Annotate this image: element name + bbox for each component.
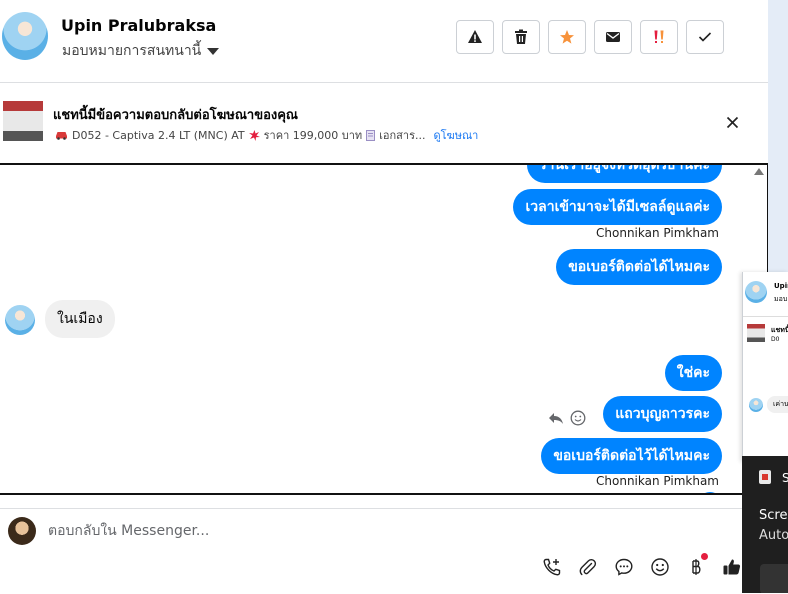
reply-icon[interactable] (548, 411, 564, 425)
baht-icon (692, 559, 701, 575)
envelope-icon (606, 32, 620, 42)
mini-message-bubble: เค่าน (767, 396, 788, 413)
star-icon (560, 30, 574, 44)
sender-name: Chonnikan Pimkham (596, 226, 719, 240)
ad-thumbnail (3, 101, 43, 141)
caret-down-icon (207, 47, 220, 55)
message-bubble-outgoing-partial[interactable] (698, 492, 722, 493)
saved-replies-button[interactable] (612, 555, 636, 579)
conversation-panel: Upin Pralubraksa มอบหมายการสนทนานี้ แชทน… (0, 0, 768, 593)
ad-banner-subtitle: D052 - Captiva 2.4 LT (MNC) AT ราคา 199,… (55, 126, 478, 144)
notification-title: Scree (759, 508, 788, 523)
notification-app-name: S (782, 471, 788, 485)
delete-button[interactable] (502, 20, 540, 54)
mark-important-button[interactable] (640, 20, 678, 54)
emoji-button[interactable] (648, 555, 672, 579)
thumbs-up-icon (723, 559, 741, 575)
assign-label: มอบหมายการสนทนานี้ (62, 43, 202, 59)
reply-input[interactable] (48, 519, 648, 543)
trash-icon (515, 29, 527, 44)
chat-bubble-icon (615, 558, 633, 576)
contact-name[interactable]: Upin Pralubraksa (61, 16, 216, 35)
smiley-icon (651, 558, 669, 576)
message-composer (0, 508, 745, 594)
mini-ad-thumbnail (747, 324, 765, 342)
message-hover-actions (548, 410, 586, 426)
system-notification[interactable]: S Scree Auto (742, 456, 788, 593)
message-bubble-outgoing[interactable]: ร้านเราอยู่จังหวัดอุดรธานีค่ะ (527, 165, 722, 183)
assign-conversation-dropdown[interactable]: มอบหมายการสนทนานี้ (62, 40, 220, 62)
report-spam-button[interactable] (456, 20, 494, 54)
ad-price: ราคา 199,000 บาท (263, 129, 363, 142)
call-button[interactable] (540, 555, 564, 579)
notification-action-button[interactable] (760, 564, 788, 593)
mini-chat-preview[interactable]: Upin มอบ แชทนี้ D0 เค่าน (742, 272, 788, 462)
view-ad-link[interactable]: ดูโฆษณา (433, 126, 478, 144)
mini-ad-title: แชทนี้ (771, 326, 788, 334)
ad-car-model: D052 - Captiva 2.4 LT (MNC) AT (72, 128, 245, 142)
burst-icon (248, 129, 260, 141)
contact-avatar[interactable] (2, 12, 48, 60)
mini-divider (743, 316, 788, 317)
sender-name: Chonnikan Pimkham (596, 474, 719, 488)
star-button[interactable] (548, 20, 586, 54)
close-icon (726, 116, 738, 128)
mini-contact-avatar (745, 281, 767, 303)
scroll-up-arrow-icon[interactable] (754, 168, 764, 175)
document-icon (366, 129, 376, 141)
snipping-tool-icon (759, 470, 771, 484)
mark-done-button[interactable] (686, 20, 724, 54)
check-icon (698, 32, 712, 42)
message-bubble-outgoing[interactable]: ขอเบอร์ติดต่อไว้ได้ไหมคะ (541, 438, 722, 474)
close-banner-button[interactable] (722, 112, 742, 132)
react-emoji-icon[interactable] (570, 410, 586, 426)
message-thread[interactable]: ร้านเราอยู่จังหวัดอุดรธานีค่ะ เวลาเข้ามา… (0, 163, 768, 495)
mini-contact-name: Upin (774, 282, 788, 290)
mark-unread-button[interactable] (594, 20, 632, 54)
notification-dot (701, 553, 708, 560)
exclamation-icon (654, 30, 664, 43)
paperclip-icon (579, 559, 597, 576)
attach-button[interactable] (576, 555, 600, 579)
warning-icon (468, 30, 482, 43)
message-bubble-outgoing[interactable]: เวลาเข้ามาจะได้มีเซลล์ดูแลค่ะ (513, 189, 722, 225)
message-bubble-outgoing[interactable]: ใช่คะ (664, 355, 722, 391)
message-bubble-incoming[interactable]: ในเมือง (45, 300, 115, 338)
ad-docs: เอกสาร... (379, 129, 426, 142)
phone-plus-icon (543, 558, 561, 576)
message-bubble-outgoing[interactable]: ขอเบอร์ติดต่อได้ไหมคะ (556, 249, 722, 285)
conversation-header: Upin Pralubraksa มอบหมายการสนทนานี้ (0, 0, 768, 83)
like-button[interactable] (720, 555, 744, 579)
mini-assign-label: มอบ (774, 295, 788, 303)
message-bubble-outgoing[interactable]: แถวบุญถาวรคะ (603, 396, 722, 432)
notification-body: Auto (759, 528, 788, 543)
ad-reply-banner: แชทนี้มีข้อความตอบกลับต่อโฆษณาของคุณ D05… (0, 84, 768, 160)
composer-actions (540, 553, 744, 579)
ad-banner-title: แชทนี้มีข้อความตอบกลับต่อโฆษณาของคุณ (53, 108, 298, 123)
mini-message-avatar (749, 398, 763, 412)
header-toolbar (456, 20, 724, 54)
car-icon (56, 132, 67, 140)
payment-button[interactable] (684, 553, 708, 579)
my-avatar (8, 517, 36, 545)
mini-ad-subtitle: D0 (771, 336, 780, 343)
contact-avatar-small (5, 305, 35, 335)
